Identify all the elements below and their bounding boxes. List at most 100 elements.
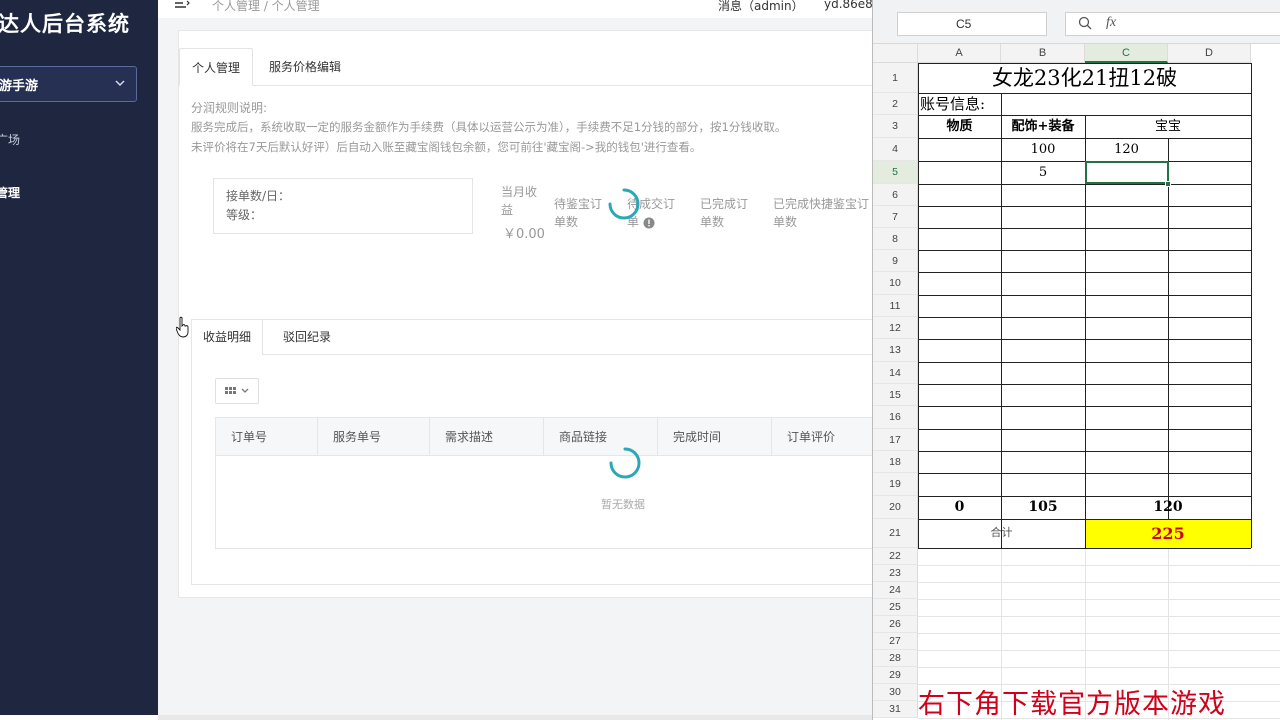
tab-reject-record[interactable]: 驳回纪录 [272,320,342,355]
level-label: 等级： [226,208,263,222]
gridline [918,565,1280,566]
row-header-8[interactable]: 8 [873,228,918,250]
top-bar: 个人管理 / 个人管理 消息（admin） yd.86e8 [158,0,872,18]
account-label: 账号信息: [920,95,986,113]
row-header-21[interactable]: 21 [873,519,918,548]
col-order-rating: 订单评价 [772,418,872,456]
rules-line-2: 未评价将在7天后默认好评）后自动入账至藏宝阁钱包余额，您可前往'藏宝阁->我的钱… [191,140,702,154]
column-header-D[interactable]: D [1168,44,1251,63]
gridline [918,599,1280,600]
row-header-30[interactable]: 30 [873,684,918,701]
formula-bar: C5 fx [873,0,1280,44]
row-header-16[interactable]: 16 [873,406,918,429]
brand-title: 达人后台系统 [0,12,130,36]
chevron-down-icon [115,80,125,87]
selected-cell[interactable] [1085,161,1169,184]
cell-C4: 120 [1114,142,1139,157]
row-header-10[interactable]: 10 [873,272,918,295]
row-header-31[interactable]: 31 [873,701,918,718]
orders-per-day-label: 接单数/日： [226,189,291,203]
completed-quick-label: 已完成快捷鉴宝订单数 [773,197,870,229]
row-header-3[interactable]: 3 [873,115,918,138]
row-header-7[interactable]: 7 [873,206,918,228]
sidebar: 达人后台系统 游手游 广场 管理 [0,0,158,715]
game-select[interactable]: 游手游 [0,66,137,102]
gridline [918,650,1280,651]
row-header-4[interactable]: 4 [873,138,918,161]
row-header-29[interactable]: 29 [873,667,918,684]
cell-B4: 100 [1030,142,1056,157]
tab-personal[interactable]: 个人管理 [179,48,254,86]
table-loading-spinner-icon [609,447,641,479]
select-all-corner[interactable] [873,44,918,63]
breadcrumb: 个人管理 / 个人管理 [212,0,320,13]
message-link[interactable]: 消息（admin） [718,0,804,14]
row-header-26[interactable]: 26 [873,616,918,633]
row-header-1[interactable]: 1 [873,63,918,93]
grid-icon [225,387,249,394]
row-header-18[interactable]: 18 [873,451,918,473]
total-pet: 120 [1153,499,1183,515]
tabs: 个人管理 服务价格编辑 [179,48,872,86]
row-header-24[interactable]: 24 [873,582,918,599]
name-box[interactable]: C5 [897,12,1047,36]
total-material: 0 [954,499,965,515]
row-header-6[interactable]: 6 [873,184,918,206]
sheet-title: 女龙23化21扭12破 [991,66,1178,90]
rules-title: 分润规则说明: [191,101,268,115]
row-header-23[interactable]: 23 [873,565,918,582]
cell-B5: 5 [1038,165,1048,180]
column-header-C[interactable]: C [1085,44,1168,63]
stat-box: 接单数/日： 等级： [213,178,473,234]
sidebar-item-manage[interactable]: 管理 [0,184,20,201]
gridline [918,582,1280,583]
column-toggle-button[interactable] [215,378,259,404]
header-material: 物质 [946,119,973,134]
gridline [918,667,1280,668]
income-tabs: 收益明细 驳回纪录 [192,320,872,355]
row-header-12[interactable]: 12 [873,317,918,339]
zoom-icon[interactable] [1078,16,1092,30]
row-header-2[interactable]: 2 [873,93,918,115]
formula-input[interactable]: fx [1065,12,1280,36]
empty-text: 暂无数据 [601,498,645,511]
sidebar-item-square[interactable]: 广场 [0,131,20,148]
col-demand: 需求描述 [430,418,544,456]
user-name[interactable]: yd.86e8 [824,0,872,11]
tab-income-detail[interactable]: 收益明细 [192,320,264,355]
horizontal-scrollbar[interactable] [158,715,872,720]
row-header-14[interactable]: 14 [873,362,918,384]
column-header-B[interactable]: B [1001,44,1085,63]
col-finish-time: 完成时间 [658,418,772,456]
row-header-25[interactable]: 25 [873,599,918,616]
row-header-17[interactable]: 17 [873,429,918,451]
tab-price-edit[interactable]: 服务价格编辑 [257,48,353,86]
row-header-27[interactable]: 27 [873,633,918,650]
column-header-A[interactable]: A [918,44,1001,63]
row-header-15[interactable]: 15 [873,384,918,406]
gridline [918,633,1280,634]
fill-handle[interactable] [1165,181,1171,187]
row-header-20[interactable]: 20 [873,496,918,519]
menu-fold-icon[interactable] [174,0,190,9]
game-select-label: 游手游 [0,78,39,94]
header-accessory: 配饰+装备 [1011,119,1075,134]
income-table: 订单号 服务单号 需求描述 商品链接 完成时间 订单评价 暂无数据 [215,417,872,549]
spreadsheet: C5 fx A B C D 1 2 3 4 5 6 7 8 9 10 11 12 13 14 15 16 17 18 19 2… [872,0,1280,720]
row-header-9[interactable]: 9 [873,250,918,272]
income-card: 收益明细 驳回纪录 订单号 服务单号 需求描述 商品链接 完成时间 订单评价 暂… [191,319,872,585]
row-header-22[interactable]: 22 [873,548,918,565]
row-header-13[interactable]: 13 [873,339,918,362]
completed-label: 已完成订单数 [700,197,749,229]
row-header-5[interactable]: 5 [873,161,918,184]
info-icon[interactable] [643,217,655,229]
fx-icon[interactable]: fx [1106,15,1116,31]
row-header-28[interactable]: 28 [873,650,918,667]
sum-value: 225 [1151,524,1185,543]
row-header-19[interactable]: 19 [873,473,918,496]
header-pet: 宝宝 [1154,119,1181,134]
row-header-11[interactable]: 11 [873,295,918,317]
main-panel: 个人管理 / 个人管理 消息（admin） yd.86e8 个人管理 服务价格编… [158,0,872,720]
col-service-no: 服务单号 [318,418,430,456]
rules-text: 服务完成后，系统收取一定的服务金额作为手续费（具体以运营公示为准），手续费不足1… [191,117,872,157]
